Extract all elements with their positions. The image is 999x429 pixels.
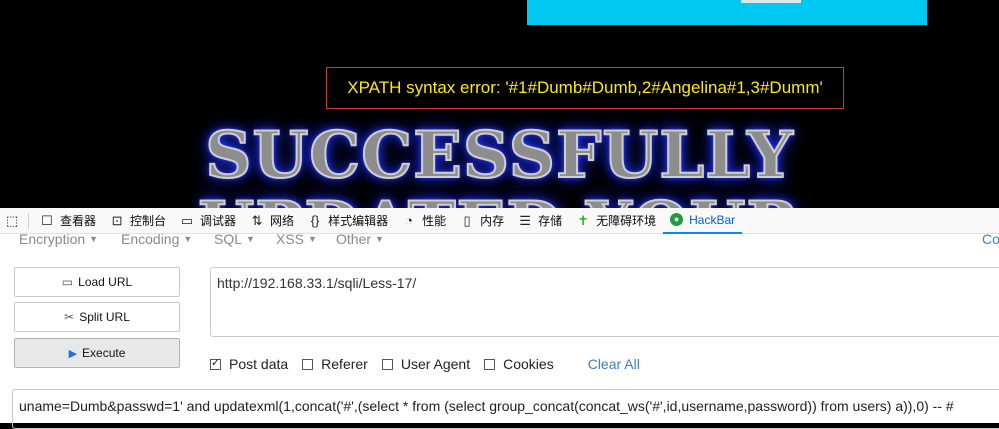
clear-all-link[interactable]: Clear All: [588, 356, 640, 372]
tab-label: 存储: [538, 214, 563, 228]
banner-input[interactable]: [741, 0, 801, 3]
menu-right-partial[interactable]: Co: [982, 234, 999, 247]
caret-down-icon: ▼: [375, 234, 384, 244]
debugger-icon: ▭: [180, 212, 194, 228]
caret-down-icon: ▼: [89, 234, 99, 244]
post-data-option[interactable]: Post data: [210, 356, 288, 372]
console-icon: ⊡: [111, 212, 123, 228]
tab-debugger[interactable]: ▭ 调试器: [173, 208, 243, 234]
load-url-icon: ▭: [61, 275, 74, 289]
option-label: Cookies: [503, 356, 554, 372]
tab-label: 性能: [422, 214, 447, 228]
hackbar-icon: ●: [670, 213, 684, 226]
request-options: Post data Referer User Agent Cookies Cle…: [210, 352, 640, 376]
tab-label: 查看器: [60, 214, 97, 228]
menu-label: SQL: [214, 234, 243, 247]
memory-icon: ▯: [463, 212, 471, 228]
tab-memory[interactable]: ▯ 内存: [453, 208, 511, 234]
menu-label: XSS: [276, 234, 305, 247]
tab-hackbar[interactable]: ● HackBar: [663, 208, 743, 234]
tab-label: 控制台: [130, 214, 167, 228]
caret-down-icon: ▼: [246, 234, 255, 244]
success-heading-line1: SUCCESSFULLY: [204, 117, 794, 194]
option-label: Post data: [229, 356, 289, 372]
hackbar-panel: ▭ Load URL ✂ Split URL ▶ Execute http://…: [0, 248, 999, 429]
button-label: Load URL: [78, 275, 133, 289]
tab-inspector[interactable]: ☐ 查看器: [33, 208, 103, 234]
toolbar-separator: [28, 212, 29, 229]
tab-style-editor[interactable]: {} 样式编辑器: [301, 208, 395, 234]
tab-label: 调试器: [200, 214, 237, 228]
style-editor-icon: {}: [310, 213, 320, 228]
execute-button[interactable]: ▶ Execute: [14, 338, 180, 368]
tab-console[interactable]: ⊡ 控制台: [103, 208, 173, 234]
tab-accessibility[interactable]: ✝ 无障碍环境: [569, 208, 663, 234]
tab-label: 样式编辑器: [328, 214, 389, 228]
menu-sql[interactable]: SQL ▼: [214, 234, 255, 247]
url-textarea[interactable]: http://192.168.33.1/sqli/Less-17/: [210, 267, 999, 337]
cookies-option[interactable]: Cookies: [484, 356, 554, 372]
user-agent-checkbox[interactable]: [381, 358, 393, 370]
post-data-textarea[interactable]: uname=Dumb&passwd=1' and updatexml(1,con…: [12, 389, 999, 429]
play-icon: ▶: [68, 347, 78, 360]
split-url-button[interactable]: ✂ Split URL: [14, 302, 180, 332]
cookies-checkbox[interactable]: [484, 358, 496, 370]
menu-encoding[interactable]: Encoding ▼: [121, 234, 192, 247]
network-icon: ⇅: [251, 212, 263, 228]
inspector-icon: ☐: [41, 212, 53, 228]
menu-label: Encoding: [121, 234, 180, 247]
tab-storage[interactable]: ☰ 存储: [511, 208, 569, 234]
web-page: XPATH syntax error: '#1#Dumb#Dumb,2#Ange…: [0, 0, 999, 208]
tab-label: 无障碍环境: [596, 214, 657, 228]
post-data-checkbox[interactable]: [210, 356, 221, 370]
referer-option[interactable]: Referer: [302, 356, 368, 372]
tab-network[interactable]: ⇅ 网络: [243, 208, 301, 234]
scissors-icon: ✂: [64, 310, 75, 324]
option-label: Referer: [321, 356, 368, 372]
button-label: Execute: [82, 346, 126, 360]
tab-label: 内存: [480, 214, 505, 228]
tab-label: HackBar: [689, 212, 736, 227]
user-agent-option[interactable]: User Agent: [381, 356, 471, 372]
banner-box: [527, 0, 927, 25]
devtools-toolbar: ⬚ ☐ 查看器 ⊡ 控制台 ▭ 调试器 ⇅ 网络 {} 样式编辑器 ◔ 性能 ▯…: [0, 208, 999, 234]
menu-xss[interactable]: XSS ▼: [276, 234, 317, 247]
performance-icon: ◔: [405, 213, 413, 228]
menu-encryption[interactable]: Encryption ▼: [19, 234, 98, 247]
element-picker-icon[interactable]: ⬚: [6, 213, 20, 229]
hackbar-menubar: Encryption ▼ Encoding ▼ SQL ▼ XSS ▼ Other ▼ C…: [0, 234, 999, 248]
caret-down-icon: ▼: [308, 234, 317, 244]
load-url-button[interactable]: ▭ Load URL: [14, 267, 180, 297]
referer-checkbox[interactable]: [302, 358, 314, 370]
menu-label: Encryption: [19, 234, 86, 247]
menu-label: Other: [336, 234, 372, 247]
success-heading-line2: UPDATED YOUR: [0, 187, 999, 208]
tab-performance[interactable]: ◔ 性能: [395, 208, 453, 234]
menu-other[interactable]: Other ▼: [336, 234, 384, 247]
error-message: XPATH syntax error: '#1#Dumb#Dumb,2#Ange…: [326, 67, 844, 109]
tab-label: 网络: [270, 214, 295, 228]
caret-down-icon: ▼: [183, 234, 193, 244]
option-label: User Agent: [400, 356, 471, 372]
button-label: Split URL: [79, 310, 130, 324]
storage-icon: ☰: [519, 212, 531, 228]
accessibility-icon: ✝: [577, 212, 589, 228]
